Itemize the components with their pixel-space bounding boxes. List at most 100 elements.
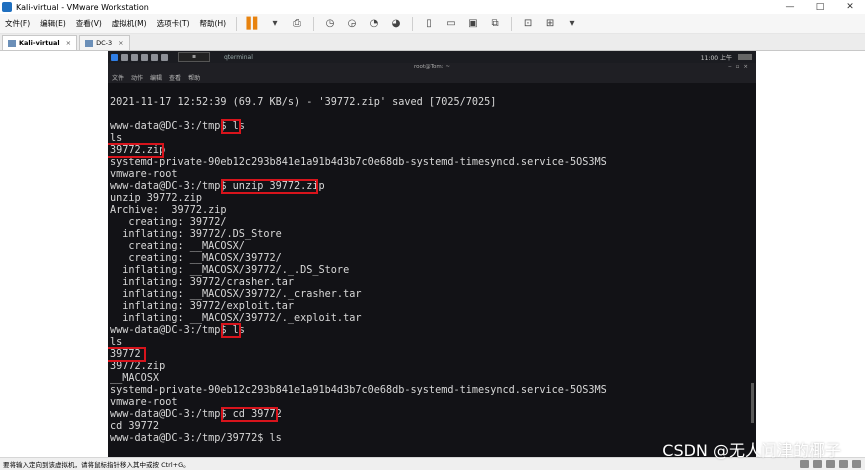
send-keys-icon[interactable]: ⎙ bbox=[290, 17, 304, 31]
tab-label: Kali-virtual bbox=[19, 39, 60, 47]
terminal-menu-edit[interactable]: 编辑 bbox=[150, 73, 162, 82]
toolbar-divider bbox=[313, 16, 315, 31]
menu-edit[interactable]: 编辑(E) bbox=[35, 18, 71, 29]
terminal-menu-action[interactable]: 动作 bbox=[131, 73, 143, 82]
menu-vm[interactable]: 虚拟机(M) bbox=[107, 18, 152, 29]
window-controls: — □ ✕ bbox=[775, 0, 865, 14]
terminal-line: ls bbox=[110, 337, 123, 348]
window-titlebar: Kali-virtual - VMware Workstation — □ ✕ bbox=[0, 0, 865, 14]
terminal-line: vmware-root bbox=[110, 397, 178, 408]
kali-menu-icon[interactable] bbox=[111, 53, 118, 61]
terminal-line: www-data@DC-3:/tmp$ cd 39772 bbox=[110, 409, 282, 420]
menu-view[interactable]: 查看(V) bbox=[71, 18, 107, 29]
pause-icon[interactable]: ▌▌ bbox=[246, 17, 262, 31]
browser-icon[interactable] bbox=[141, 53, 148, 61]
files-icon[interactable] bbox=[131, 53, 138, 61]
status-text: 要将输入定向到该虚拟机，请将鼠标指针移入其中或按 Ctrl+G。 bbox=[3, 461, 190, 469]
toolbar-divider bbox=[412, 16, 414, 31]
close-button[interactable]: ✕ bbox=[835, 0, 865, 14]
terminal-scrollbar[interactable] bbox=[751, 383, 754, 423]
terminal-icon[interactable] bbox=[151, 53, 158, 61]
hdd-icon[interactable] bbox=[800, 460, 809, 468]
terminal-menu-help[interactable]: 帮助 bbox=[188, 73, 200, 82]
revert-snapshot-icon[interactable]: ◶ bbox=[345, 17, 359, 31]
vmware-app-icon bbox=[2, 2, 12, 12]
terminal-line: www-data@DC-3:/tmp$ ls bbox=[110, 121, 245, 132]
terminal-line: systemd-private-90eb12c293b841e1a91b4d3b… bbox=[110, 157, 607, 168]
terminal-line: 39772.zip bbox=[110, 145, 166, 156]
terminal-line: Archive: 39772.zip bbox=[110, 205, 227, 216]
sidebar-toggle-icon[interactable]: ▯ bbox=[422, 17, 436, 31]
terminal-menu-view[interactable]: 查看 bbox=[169, 73, 181, 82]
snapshot-manager-2-icon[interactable]: ◕ bbox=[389, 17, 403, 31]
watermark: CSDN @无人问津的椰子 bbox=[662, 441, 841, 460]
terminal-line: www-data@DC-3:/tmp$ ls bbox=[110, 325, 245, 336]
menu-file[interactable]: 文件(F) bbox=[0, 18, 35, 29]
snapshot-icon[interactable]: ◷ bbox=[323, 17, 337, 31]
sound-icon[interactable] bbox=[839, 460, 848, 468]
stretch-icon[interactable]: ⊞ bbox=[543, 17, 557, 31]
terminal-line: 39772 bbox=[110, 349, 141, 360]
menu-tabs[interactable]: 选项卡(T) bbox=[152, 18, 195, 29]
terminal-titlebar: root@Tom: ~ ‒▫× bbox=[108, 63, 756, 72]
menu-help[interactable]: 帮助(H) bbox=[195, 18, 232, 29]
terminal-line: inflating: __MACOSX/39772/._.DS_Store bbox=[110, 265, 350, 276]
terminal-line: 2021-11-17 12:52:39 (69.7 KB/s) - '39772… bbox=[110, 97, 497, 108]
maximize-button[interactable]: □ bbox=[805, 0, 835, 14]
toolbar-divider bbox=[511, 16, 513, 31]
app-icon[interactable] bbox=[161, 53, 168, 61]
tray-icon[interactable] bbox=[738, 54, 752, 60]
chevron-down-icon[interactable]: ▾ bbox=[268, 17, 282, 31]
terminal-line: inflating: 39772/crasher.tar bbox=[110, 277, 295, 288]
terminal-menubar: 文件 动作 编辑 查看 帮助 bbox=[108, 72, 756, 83]
tab-kali-virtual[interactable]: Kali-virtual × bbox=[2, 35, 78, 50]
menubar: 文件(F) 编辑(E) 查看(V) 虚拟机(M) 选项卡(T) 帮助(H) ▌▌… bbox=[0, 14, 865, 34]
terminal-line: creating: __MACOSX/ bbox=[110, 241, 245, 252]
terminal-window-controls[interactable]: ‒▫× bbox=[728, 63, 752, 72]
usb-icon[interactable] bbox=[826, 460, 835, 468]
terminal-line: vmware-root bbox=[110, 169, 178, 180]
guest-top-panel: ▪ qterminal 11:00 上午 bbox=[108, 51, 756, 63]
thumbnail-icon[interactable]: ▭ bbox=[444, 17, 458, 31]
close-icon[interactable]: × bbox=[118, 39, 123, 47]
vm-tab-bar: Kali-virtual × DC-3 × bbox=[0, 34, 865, 51]
terminal-line: systemd-private-90eb12c293b841e1a91b4d3b… bbox=[110, 385, 607, 396]
unity-icon[interactable]: ⧉ bbox=[488, 17, 502, 31]
taskbar-window-title[interactable]: qterminal bbox=[224, 54, 253, 61]
terminal-line: creating: 39772/ bbox=[110, 217, 227, 228]
console-icon[interactable]: ⊡ bbox=[521, 17, 535, 31]
guest-clock: 11:00 上午 bbox=[700, 55, 732, 62]
window-title: Kali-virtual - VMware Workstation bbox=[16, 2, 149, 12]
fullscreen-icon[interactable]: ▣ bbox=[466, 17, 480, 31]
terminal-line: inflating: 39772/.DS_Store bbox=[110, 229, 282, 240]
taskbar-terminal-item[interactable]: ▪ bbox=[178, 52, 210, 62]
terminal-line: 39772.zip bbox=[110, 361, 166, 372]
terminal-menu-file[interactable]: 文件 bbox=[112, 73, 124, 82]
terminal-line: inflating: __MACOSX/39772/._exploit.tar bbox=[110, 313, 362, 324]
terminal-line: creating: __MACOSX/39772/ bbox=[110, 253, 282, 264]
snapshot-manager-icon[interactable]: ◔ bbox=[367, 17, 381, 31]
device-icons bbox=[796, 460, 861, 468]
vm-icon bbox=[8, 39, 16, 47]
terminal-line: www-data@DC-3:/tmp/39772$ ls bbox=[110, 433, 282, 444]
network-icon[interactable] bbox=[813, 460, 822, 468]
display-icon[interactable] bbox=[852, 460, 861, 468]
terminal-title: root@Tom: ~ bbox=[414, 64, 450, 70]
close-icon[interactable]: × bbox=[66, 39, 71, 47]
terminal-line: cd 39772 bbox=[110, 421, 160, 432]
terminal-line: __MACOSX bbox=[110, 373, 160, 384]
toolbar-divider bbox=[236, 16, 238, 31]
minimize-button[interactable]: — bbox=[775, 0, 805, 14]
terminal-line: unzip 39772.zip bbox=[110, 193, 203, 204]
vm-icon bbox=[85, 39, 94, 47]
terminal-line: inflating: 39772/exploit.tar bbox=[110, 301, 295, 312]
guest-display[interactable]: ▪ qterminal 11:00 上午 root@Tom: ~ ‒▫× 文件 … bbox=[108, 51, 756, 457]
chevron-down-icon[interactable]: ▾ bbox=[565, 17, 579, 31]
desktop-icon[interactable] bbox=[121, 53, 128, 61]
terminal-line: ls bbox=[110, 133, 123, 144]
tab-label: DC-3 bbox=[96, 39, 113, 47]
terminal-output[interactable]: 2021-11-17 12:52:39 (69.7 KB/s) - '39772… bbox=[108, 83, 756, 457]
terminal-line: www-data@DC-3:/tmp$ unzip 39772.zip bbox=[110, 181, 325, 192]
tab-dc-3[interactable]: DC-3 × bbox=[79, 35, 130, 50]
terminal-line: inflating: __MACOSX/39772/._crasher.tar bbox=[110, 289, 362, 300]
